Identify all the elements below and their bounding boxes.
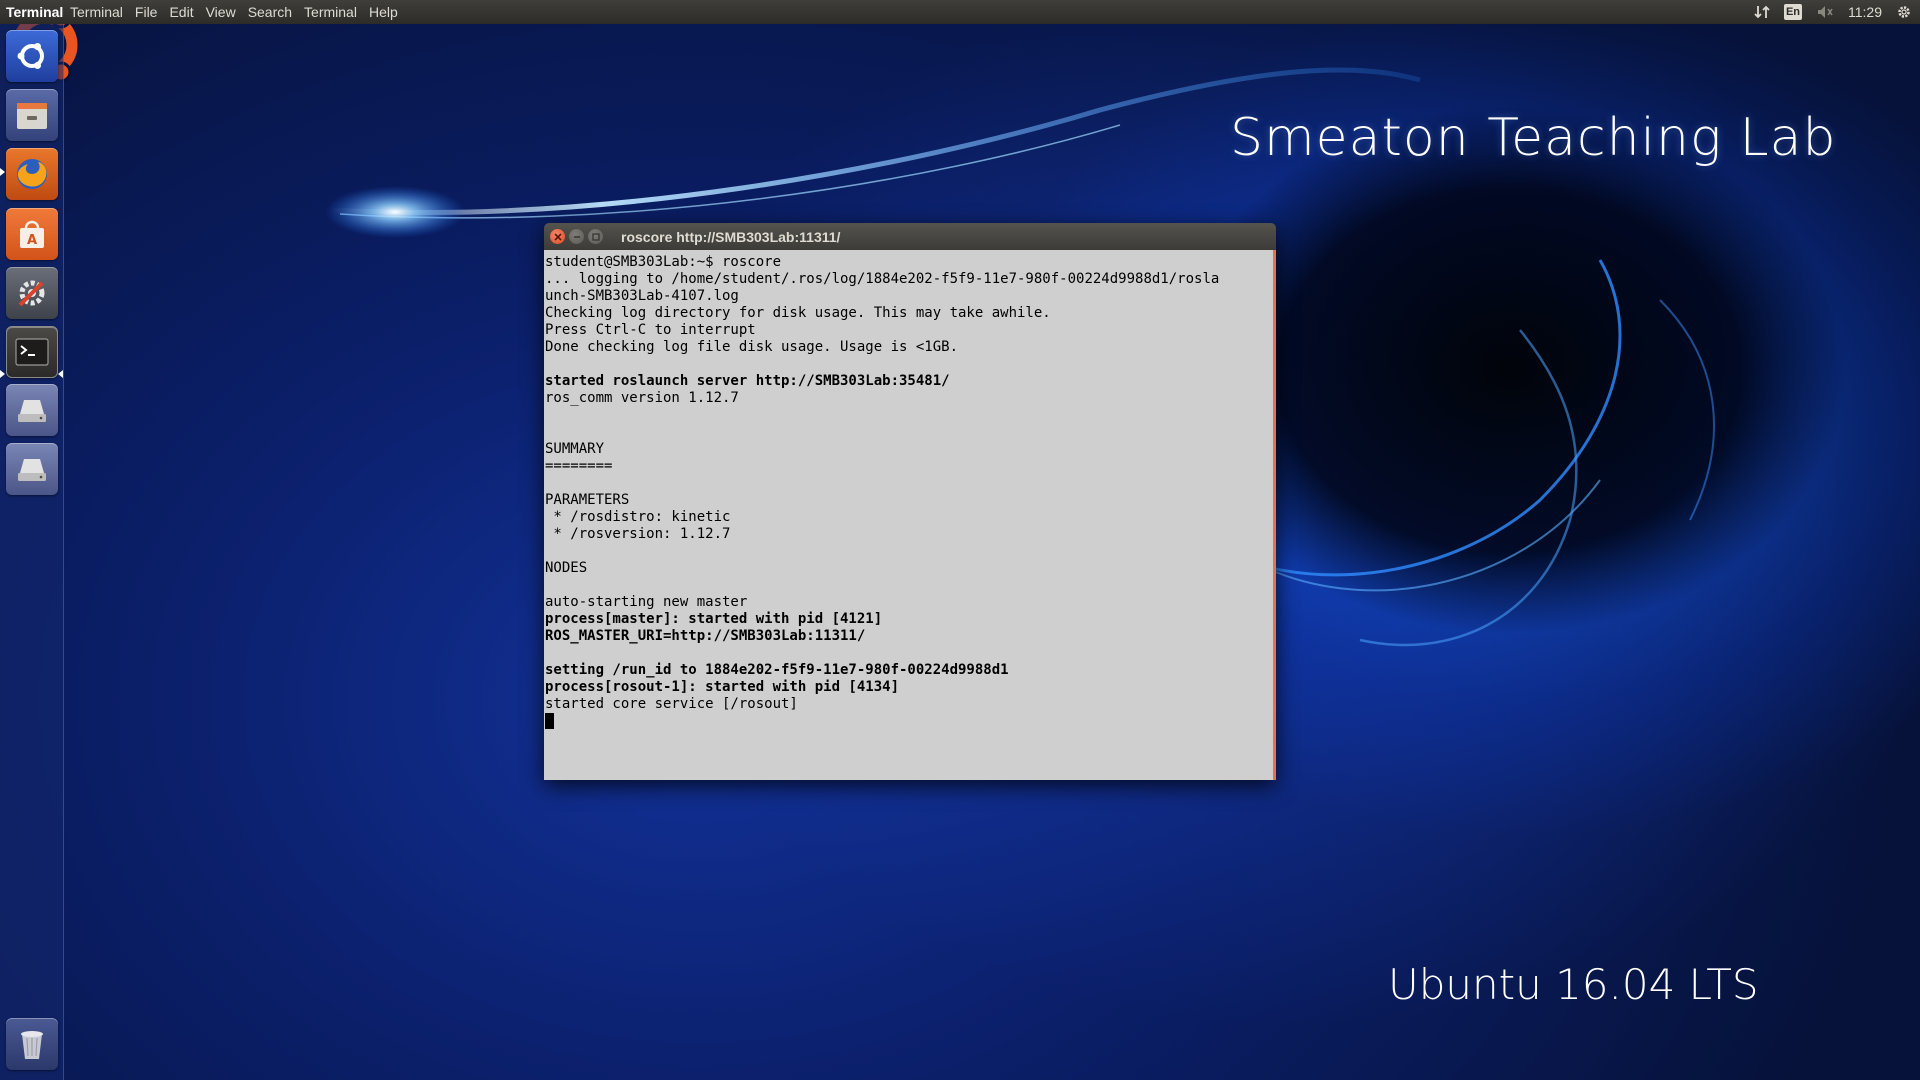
menu-edit[interactable]: Edit xyxy=(163,0,199,24)
wallpaper-title: Smeaton Teaching Lab xyxy=(1230,108,1837,168)
volume-muted-icon[interactable] xyxy=(1816,3,1834,21)
launcher-system-settings[interactable] xyxy=(6,267,58,319)
terminal-output[interactable]: student@SMB303Lab:~$ roscore ... logging… xyxy=(544,250,1276,780)
trash-icon xyxy=(21,1031,43,1059)
menu-view[interactable]: View xyxy=(200,0,242,24)
terminal-line: PARAMETERS xyxy=(545,492,630,508)
minimize-button[interactable] xyxy=(569,229,584,244)
hard-drive-icon xyxy=(18,459,46,481)
system-gear-icon[interactable] xyxy=(1896,3,1912,21)
close-icon xyxy=(553,232,562,241)
terminal-line: ... logging to /home/student/.ros/log/18… xyxy=(545,271,1220,287)
terminal-cursor-line xyxy=(545,713,1273,730)
launcher-firefox[interactable] xyxy=(6,148,58,200)
terminal-line: Done checking log file disk usage. Usage… xyxy=(545,339,959,355)
terminal-line: Press Ctrl-C to interrupt xyxy=(545,322,756,338)
svg-text:A: A xyxy=(27,233,37,248)
terminal-line: process[master]: started with pid [4121] xyxy=(545,611,883,627)
hard-drive-icon xyxy=(18,400,46,422)
clock[interactable]: 11:29 xyxy=(1848,4,1882,20)
terminal-window: roscore http://SMB303Lab:11311/ student@… xyxy=(544,223,1276,780)
terminal-line: ros_comm version 1.12.7 xyxy=(545,390,739,406)
shopping-bag-icon: A xyxy=(20,220,44,248)
menu-terminal[interactable]: Terminal xyxy=(64,0,129,24)
terminal-line: * /rosdistro: kinetic xyxy=(545,509,731,525)
maximize-button[interactable] xyxy=(588,229,603,244)
unity-launcher: A xyxy=(0,24,64,1080)
network-transfer-icon[interactable] xyxy=(1754,3,1770,21)
menu-help[interactable]: Help xyxy=(363,0,404,24)
launcher-software-center[interactable]: A xyxy=(6,208,58,260)
focused-indicator-terminal xyxy=(58,370,63,378)
running-indicator-firefox xyxy=(0,168,5,176)
terminal-line: unch-SMB303Lab-4107.log xyxy=(545,288,739,304)
launcher-drive-1[interactable] xyxy=(6,384,58,436)
terminal-line: process[rosout-1]: started with pid [413… xyxy=(545,679,900,695)
terminal-line: setting /run_id to 1884e202-f5f9-11e7-98… xyxy=(545,662,1009,678)
launcher-drive-2[interactable] xyxy=(6,443,58,495)
file-cabinet-icon xyxy=(17,103,47,129)
terminal-line: started core service [/rosout] xyxy=(545,696,798,712)
minimize-icon xyxy=(573,235,580,238)
terminal-line: ======== xyxy=(545,458,613,474)
terminal-line: student@SMB303Lab:~$ roscore xyxy=(545,254,782,270)
menu-file[interactable]: File xyxy=(129,0,164,24)
launcher-terminal[interactable] xyxy=(6,326,58,378)
maximize-icon xyxy=(591,232,600,241)
terminal-line: SUMMARY xyxy=(545,441,605,457)
top-panel: Terminal Terminal File Edit View Search … xyxy=(0,0,1920,24)
terminal-line: started roslaunch server http://SMB303La… xyxy=(545,373,950,389)
wallpaper-os-label: Ubuntu 16.04 LTS xyxy=(1388,960,1759,1009)
terminal-line: Checking log directory for disk usage. T… xyxy=(545,305,1051,321)
terminal-icon xyxy=(15,338,49,366)
launcher-dash-home[interactable] xyxy=(6,30,58,82)
running-indicator-terminal xyxy=(0,370,5,378)
menu-search[interactable]: Search xyxy=(242,0,298,24)
ubuntu-dash-icon xyxy=(17,43,44,69)
launcher-trash[interactable] xyxy=(6,1018,58,1070)
keyboard-layout-icon[interactable]: En xyxy=(1783,4,1802,20)
terminal-line: NODES xyxy=(545,560,588,576)
terminal-line: auto-starting new master xyxy=(545,594,748,610)
settings-wrench-icon xyxy=(18,280,45,307)
launcher-files[interactable] xyxy=(6,89,58,141)
active-app-name: Terminal xyxy=(6,4,64,20)
menu-terminal-2[interactable]: Terminal xyxy=(298,0,363,24)
terminal-line: ROS_MASTER_URI=http://SMB303Lab:11311/ xyxy=(545,628,866,644)
system-tray: En 11:29 xyxy=(1754,0,1920,24)
window-title: roscore http://SMB303Lab:11311/ xyxy=(621,228,841,245)
terminal-line: * /rosversion: 1.12.7 xyxy=(545,526,731,542)
text-cursor xyxy=(545,713,554,729)
window-titlebar[interactable]: roscore http://SMB303Lab:11311/ xyxy=(544,223,1276,250)
close-button[interactable] xyxy=(550,229,565,244)
firefox-icon xyxy=(17,159,47,189)
